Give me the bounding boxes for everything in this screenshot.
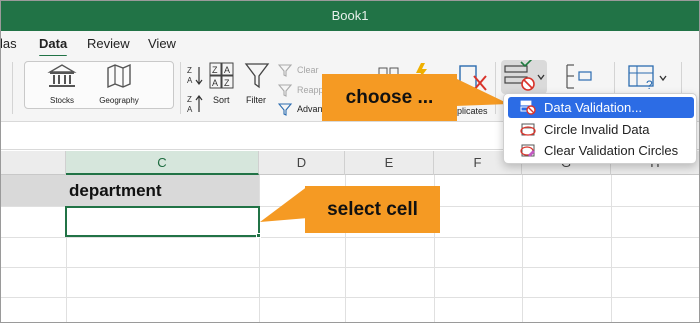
data-validation-icon xyxy=(520,100,536,115)
clear-label[interactable]: Clear xyxy=(297,65,319,75)
select-cell-callout: select cell xyxy=(305,186,440,233)
column-header-d[interactable]: D xyxy=(259,151,345,175)
column-header-e[interactable]: E xyxy=(345,151,434,175)
svg-text:A: A xyxy=(212,78,218,88)
bank-icon xyxy=(47,64,77,87)
tab-formulas[interactable]: las xyxy=(0,36,17,51)
svg-text:Z: Z xyxy=(187,95,192,104)
clear-circles-icon xyxy=(520,144,535,157)
svg-text:A: A xyxy=(187,76,193,85)
svg-text:A: A xyxy=(187,105,193,114)
menu-item-label: Clear Validation Circles xyxy=(544,143,679,158)
consolidate-icon[interactable] xyxy=(563,62,593,92)
tab-review[interactable]: Review xyxy=(87,36,130,51)
ribbon-tabs: las Data Review View xyxy=(0,31,700,58)
menu-item-data-validation[interactable]: Data Validation... xyxy=(508,97,694,118)
ribbon-separator xyxy=(180,62,181,114)
geography-button[interactable]: Geography xyxy=(89,63,149,105)
what-if-analysis-icon[interactable]: ? xyxy=(626,62,668,92)
sort-button[interactable]: Z A A Z Sort xyxy=(209,62,239,116)
department-header-text: department xyxy=(69,181,162,200)
svg-text:Z: Z xyxy=(212,65,218,75)
grid-line xyxy=(0,267,700,268)
grid-line xyxy=(522,175,523,323)
tab-view[interactable]: View xyxy=(148,36,176,51)
menu-item-clear-validation-circles[interactable]: Clear Validation Circles xyxy=(508,140,694,161)
filter-icon xyxy=(244,63,270,89)
tab-data[interactable]: Data xyxy=(39,36,68,58)
data-validation-menu: Data Validation... Circle Invalid Data C… xyxy=(503,93,697,164)
filter-button[interactable]: Filter xyxy=(244,62,274,116)
advanced-label[interactable]: Advan xyxy=(297,104,323,114)
stocks-label: Stocks xyxy=(49,96,74,105)
svg-text:Z: Z xyxy=(224,78,230,88)
ribbon-separator xyxy=(12,62,13,114)
filter-label: Filter xyxy=(246,95,266,105)
row-header-area[interactable] xyxy=(0,175,66,206)
sort-label: Sort xyxy=(213,95,230,105)
tab-data-label: Data xyxy=(39,36,68,51)
row-header-corner[interactable] xyxy=(0,151,66,175)
grid-line xyxy=(0,297,700,298)
choose-callout: choose ... xyxy=(322,74,457,121)
fill-handle[interactable] xyxy=(256,233,261,238)
stocks-button[interactable]: Stocks xyxy=(32,63,92,105)
svg-text:Z: Z xyxy=(187,66,192,75)
menu-item-label: Circle Invalid Data xyxy=(544,122,650,137)
map-icon xyxy=(107,63,131,89)
window-title: Book1 xyxy=(331,8,369,23)
grid-line xyxy=(611,175,612,323)
title-bar: Book1 xyxy=(0,0,700,31)
svg-text:?: ? xyxy=(646,78,653,92)
reapply-label[interactable]: Reapp xyxy=(297,85,324,95)
menu-item-label: Data Validation... xyxy=(544,100,643,115)
svg-text:A: A xyxy=(224,65,230,75)
selected-cell[interactable] xyxy=(65,206,260,237)
clear-filter-icon[interactable] xyxy=(278,64,293,77)
sort-icon: Z A A Z xyxy=(209,62,234,89)
geography-label: Geography xyxy=(99,96,139,105)
reapply-icon[interactable] xyxy=(278,84,293,97)
advanced-filter-icon[interactable] xyxy=(278,103,293,116)
column-header-c[interactable]: C xyxy=(66,151,259,175)
sort-ascending-icon[interactable]: Z A xyxy=(186,64,204,86)
callout-pointer xyxy=(260,186,308,222)
sort-descending-icon[interactable]: Z A xyxy=(186,93,204,115)
grid-line xyxy=(0,237,700,238)
menu-item-circle-invalid-data[interactable]: Circle Invalid Data xyxy=(508,119,694,140)
circle-invalid-icon xyxy=(520,123,536,136)
